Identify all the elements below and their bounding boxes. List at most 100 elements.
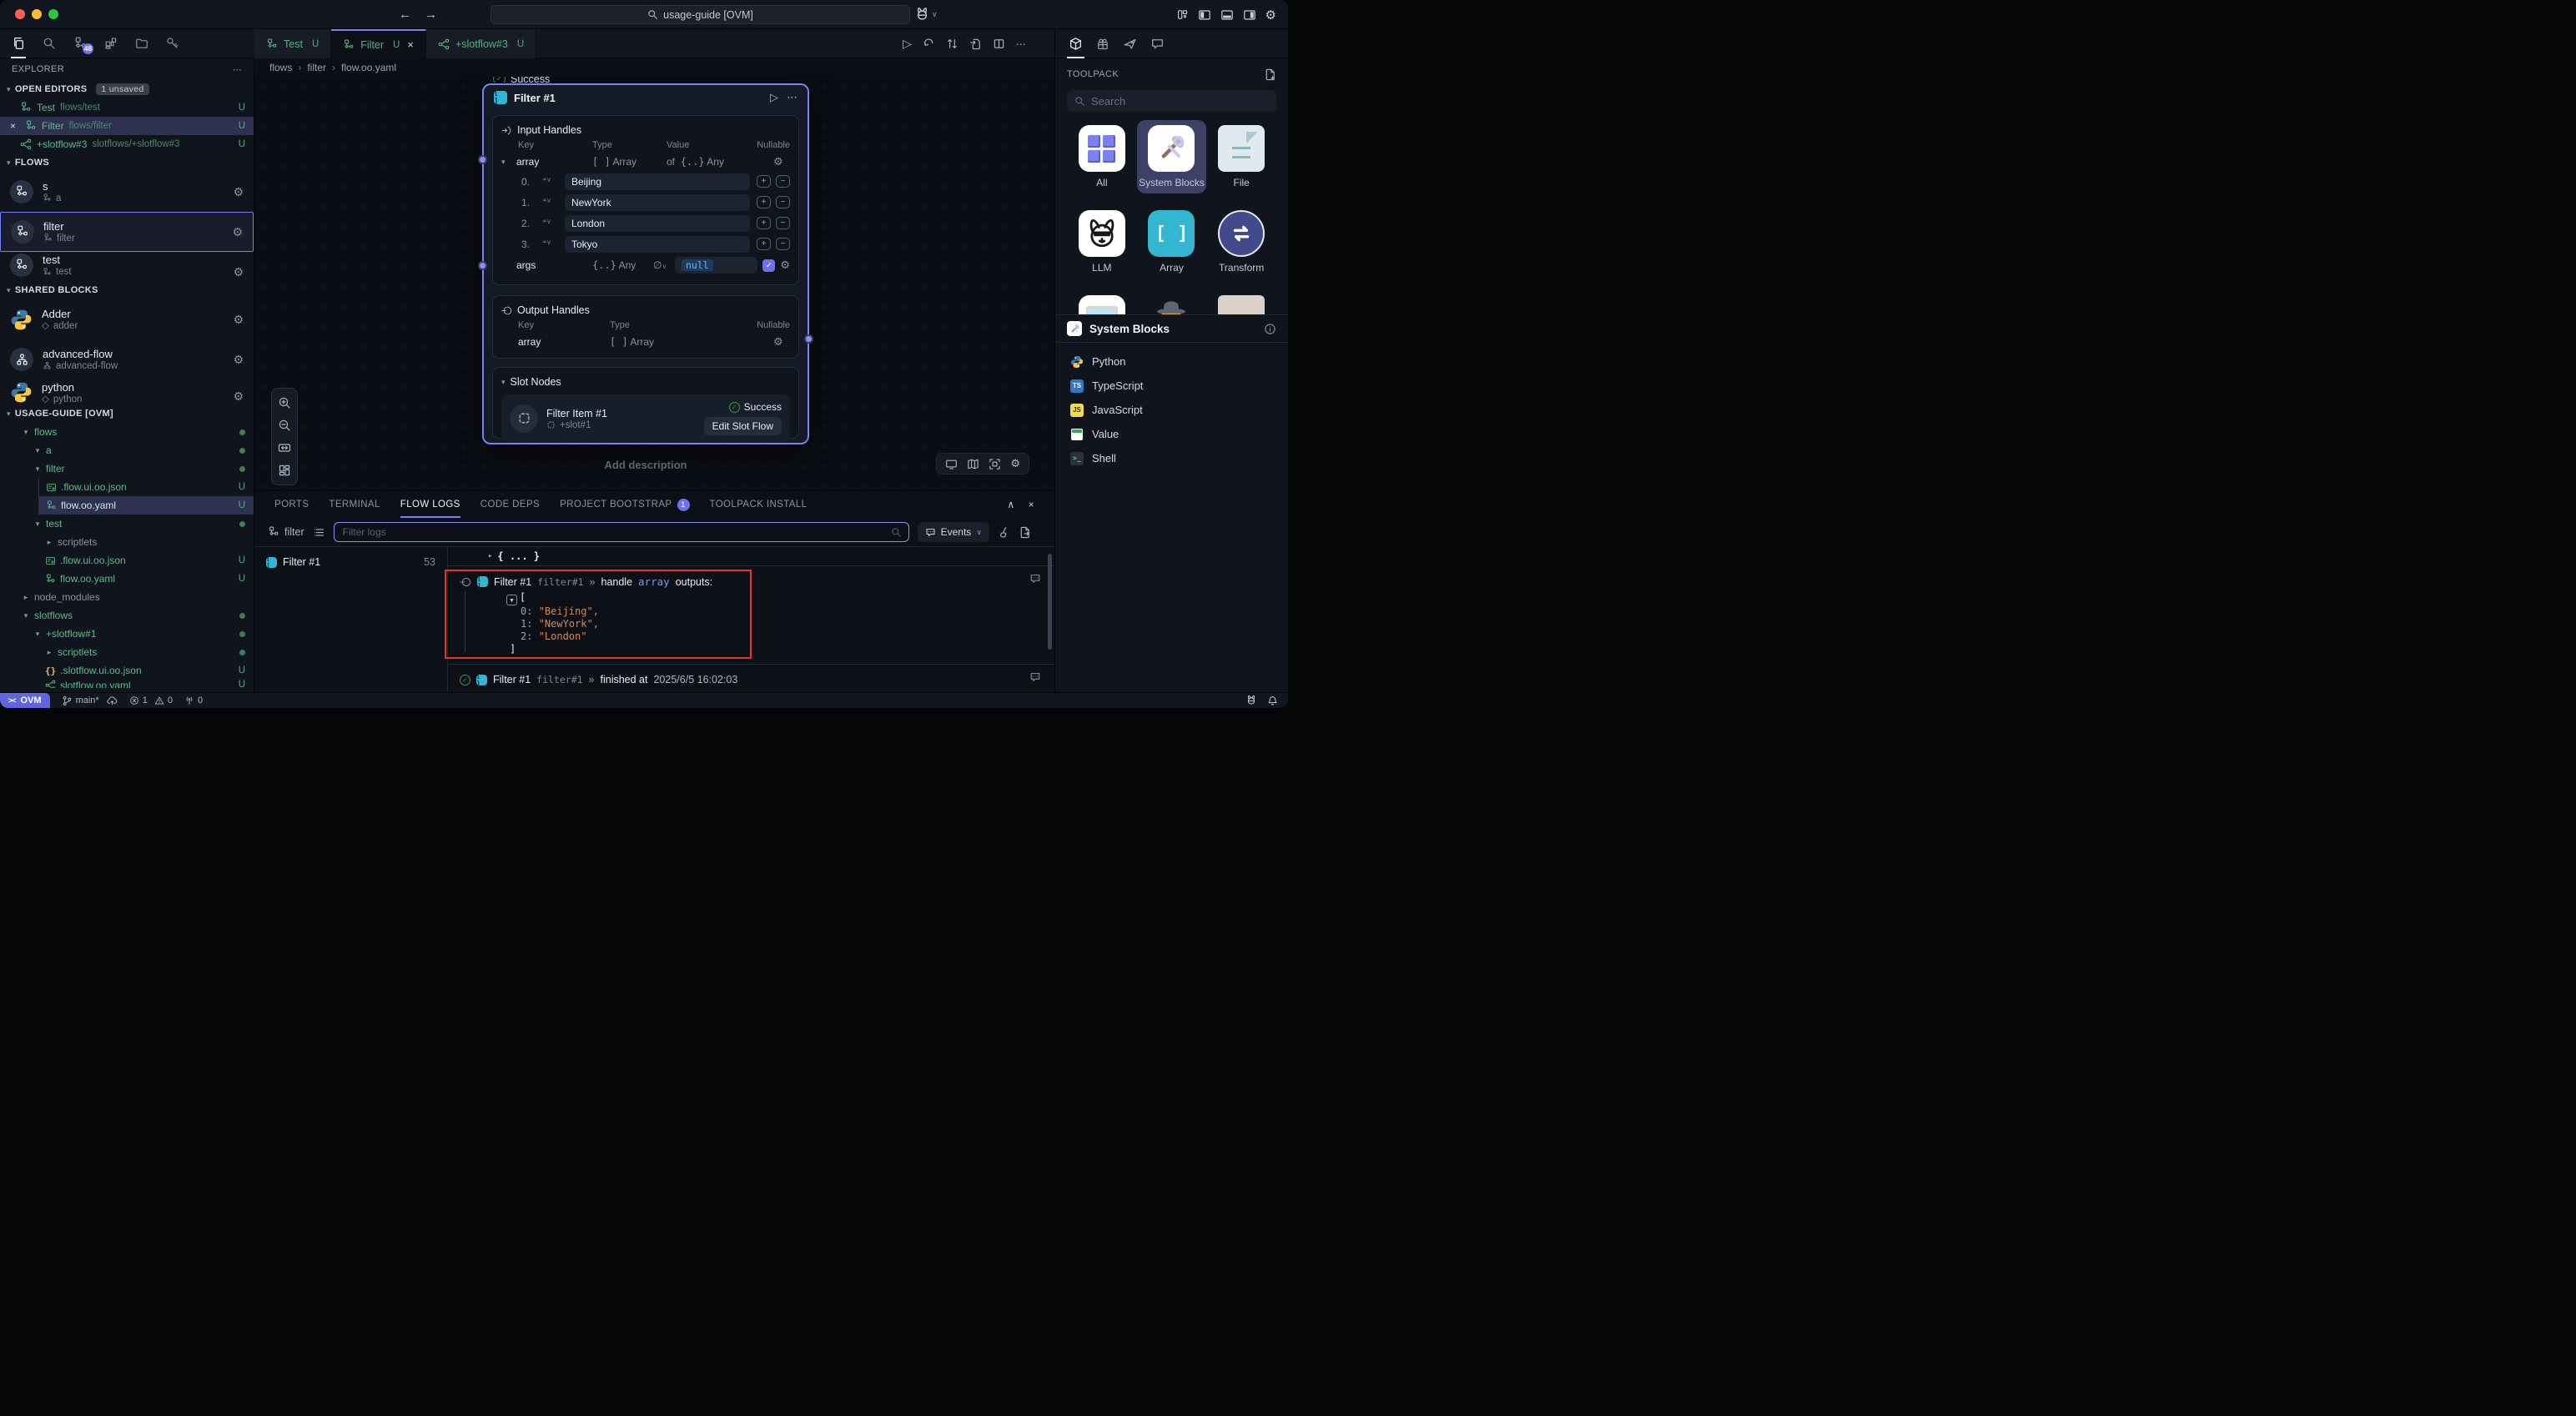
fit-view-icon[interactable] [278,441,291,454]
toggle-secondary-sidebar-icon[interactable] [1243,8,1256,22]
panel-tab-terminal[interactable]: TERMINAL [329,491,380,518]
edit-slot-flow-button[interactable]: Edit Slot Flow [704,417,782,435]
tree-item-flow-ui-json-2[interactable]: .flow.ui.oo.jsonU [0,551,254,570]
compare-icon[interactable] [946,38,958,50]
clear-logs-icon[interactable] [998,526,1010,539]
toggle-panel-icon[interactable] [1220,8,1234,22]
gift-view-button[interactable] [1094,29,1111,58]
chevron-down-icon[interactable]: ▾ [501,378,506,387]
tree-item-a[interactable]: ▾a [0,441,254,459]
remote-indicator[interactable]: >< OVM [0,693,50,709]
close-window-button[interactable] [15,9,25,19]
string-type-icon[interactable]: “∨ [543,218,565,229]
tile-image[interactable] [1067,290,1137,314]
open-editor-slotflow3[interactable]: +slotflow#3 slotflows/+slotflow#3 U [0,135,254,153]
system-blocks-header[interactable]: System Blocks [1055,314,1288,343]
input-port-array[interactable] [478,155,487,164]
input-port-args[interactable] [478,261,487,270]
problems-status[interactable]: 1 0 [129,695,173,705]
notifications-bell-icon[interactable] [1267,695,1278,706]
tile-all[interactable]: All [1067,120,1137,193]
tile-system-blocks[interactable]: System Blocks [1137,120,1207,193]
tree-item-flows[interactable]: ▾flows [0,423,254,441]
flow-settings-gear-icon[interactable]: ⚙ [233,185,244,199]
git-branch-status[interactable]: main* [62,695,118,706]
remove-item-button[interactable]: − [776,217,790,229]
remove-item-button[interactable]: − [776,238,790,250]
toggle-sidebar-icon[interactable] [1198,8,1211,22]
node-more-icon[interactable]: ⋯ [787,91,797,104]
customize-layout-icon[interactable] [1176,8,1189,21]
open-editor-test[interactable]: Test flows/test U [0,98,254,117]
flow-canvas[interactable]: ✓ Success [ ] Filter #1 ▷ ⋯ [254,77,1054,490]
panel-tab-ports[interactable]: PORTS [274,491,309,518]
tree-item-slotflows[interactable]: ▾slotflows [0,606,254,625]
command-center-search[interactable]: usage-guide [OVM] [491,5,910,24]
tree-item-slotflow1[interactable]: ▾+slotflow#1 [0,625,254,643]
flow-card-s[interactable]: s a ⚙ [0,172,254,212]
tree-item-flow-yaml-2[interactable]: flow.oo.yamlU [0,570,254,588]
string-type-icon[interactable]: “∨ [543,239,565,250]
array-item-input[interactable]: London [565,215,750,232]
screen-icon[interactable] [945,458,958,470]
info-icon[interactable] [1264,323,1276,335]
bunny-assistant-icon[interactable] [1245,695,1257,706]
block-javascript[interactable]: JS JavaScript [1059,398,1285,422]
close-editor-icon[interactable]: × [10,120,20,132]
block-settings-gear-icon[interactable]: ⚙ [233,313,244,327]
flow-settings-gear-icon[interactable]: ⚙ [233,265,244,279]
handle-gear-icon[interactable]: ⚙ [773,155,790,168]
block-shell[interactable]: >_ Shell [1059,446,1285,470]
block-python[interactable]: Python [1059,349,1285,374]
nullable-checkbox[interactable]: ✓ [762,259,775,272]
flow-settings-gear-icon[interactable]: ⚙ [232,225,243,239]
breadcrumb[interactable]: flows filter flow.oo.yaml [254,58,1054,77]
panel-tab-project-bootstrap[interactable]: PROJECT BOOTSTRAP1 [560,491,689,518]
split-editor-icon[interactable] [993,38,1005,50]
output-port-array[interactable] [804,334,813,344]
breadcrumb-item[interactable]: flow.oo.yaml [341,62,396,73]
array-item-input[interactable]: Beijing [565,173,750,190]
breadcrumb-item[interactable]: filter [307,62,326,73]
zoom-in-icon[interactable] [278,396,291,409]
expand-icon[interactable]: ▸ [488,552,492,560]
history-back-icon[interactable]: ← [399,8,411,22]
comment-icon[interactable] [1029,671,1041,683]
args-value-input[interactable]: null [675,257,757,274]
add-description[interactable]: Add description [482,459,809,471]
add-item-button[interactable]: + [757,217,771,229]
activity-keys[interactable] [163,29,183,58]
handle-gear-icon[interactable]: ⚙ [773,335,790,349]
log-node-item[interactable]: [ ] Filter #1 53 [254,552,447,572]
tile-comic[interactable] [1206,290,1276,314]
minimize-window-button[interactable] [32,9,42,19]
toolpack-view-button[interactable] [1067,29,1084,58]
tile-llm[interactable]: LLM [1067,205,1137,279]
collapse-panel-icon[interactable]: ∧ [1007,499,1014,510]
collapse-json-icon[interactable]: ▼ [506,595,517,605]
tree-item-flow-ui-json[interactable]: .flow.ui.oo.jsonU [38,478,254,496]
maximize-window-button[interactable] [48,9,58,19]
log-json-block[interactable]: ▼[ 0: "Beijing", 1: "NewYork", 2: "Londo… [506,591,1054,655]
panel-tab-code-deps[interactable]: CODE DEPS [480,491,540,518]
tree-item-scriptlets[interactable]: ▸scriptlets [0,533,254,551]
panel-tab-toolpack-install[interactable]: TOOLPACK INSTALL [710,491,808,518]
node-header[interactable]: [ ] Filter #1 ▷ ⋯ [484,85,808,110]
panel-tab-flow-logs[interactable]: FLOW LOGS [400,491,460,518]
activity-folder[interactable] [132,29,152,58]
log-collapsed-row[interactable]: ▸ { ... } [448,547,1054,566]
add-item-button[interactable]: + [757,175,771,188]
run-node-icon[interactable]: ▷ [770,91,778,104]
flow-card-test[interactable]: test test ⚙ [0,252,254,281]
auto-layout-icon[interactable] [278,464,291,477]
publish-view-button[interactable] [1121,29,1139,58]
block-settings-gear-icon[interactable]: ⚙ [233,389,244,404]
input-row-array[interactable]: ▾ array [ ] Array of {..} Any ⚙ [501,153,790,171]
chat-view-button[interactable] [1149,29,1166,58]
explorer-more-icon[interactable]: ⋯ [233,64,242,75]
string-type-icon[interactable]: “∨ [543,176,565,188]
breadcrumb-item[interactable]: flows [269,62,292,73]
add-item-button[interactable]: + [757,238,771,250]
tile-array[interactable]: [ ] Array [1137,205,1207,279]
shared-block-python[interactable]: python ◇python ⚙ [0,379,254,404]
